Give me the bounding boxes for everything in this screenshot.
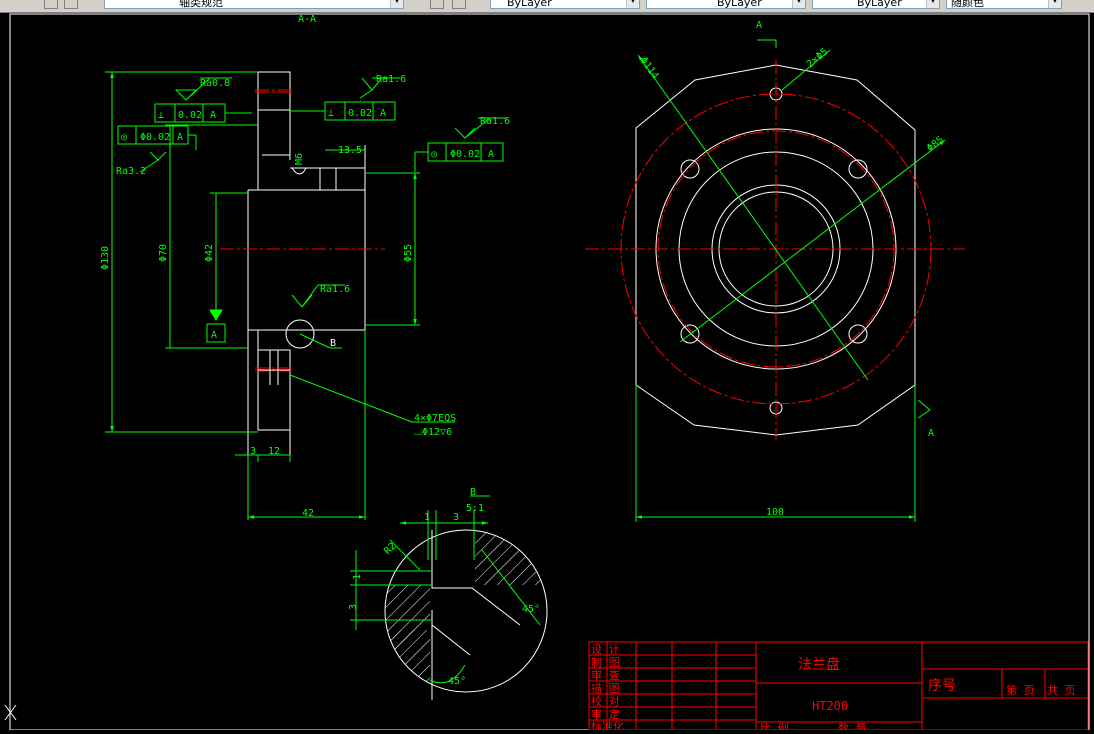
color-value: ByLayer [507,0,552,9]
conc2-value: Φ0.02 [450,149,480,160]
holes-callout-2: ⌴Φ12▽6 [414,427,452,438]
conc2-symbol: ◎ [431,149,437,160]
total-label: 共 页 [1047,684,1076,697]
dim-100: 100 [766,507,784,518]
layer-previous-button-2[interactable] [452,0,466,9]
detail-dim-v3: 3 [348,604,359,610]
dim-2x25: 2×Φ5 [805,46,831,70]
view-marker-side: A [928,428,934,439]
dim-d85: Φ85 [925,135,946,155]
drawing-border [9,13,1090,731]
perp-symbol: ⊥ [158,110,164,121]
dim-d114: Φ114 [638,55,661,81]
conc-datum: A [177,132,183,143]
detail-angle-2: 45° [448,676,466,687]
conc2-datum: A [488,149,494,160]
roughness-5: Ra1.6 [320,284,350,295]
dim-d42: Φ42 [204,244,215,262]
make-current-layer-button[interactable] [430,0,444,9]
view-marker-top: A [756,20,762,31]
front-dimensions [635,39,946,522]
detail-marker: B [470,487,476,498]
chevron-down-icon: ▼ [626,0,639,8]
linetype-value: ByLayer [717,0,762,9]
scale-label: 比 例 [760,721,789,730]
holes-callout-1: 4×Φ7EQS [414,413,456,424]
plotstyle-value: 随颜色 [951,0,984,9]
leader-b: B [330,338,336,349]
tolerance-frames [117,77,507,349]
chevron-down-icon: ▼ [926,0,939,8]
roughness-4: Ra3.2 [116,166,146,177]
perp2-value: 0.02 [348,108,372,119]
lineweight-value: ByLayer [857,0,902,9]
section-centerlines [220,89,385,372]
detail-radius: R2 [382,541,398,557]
detail-view: B 5:1 1 3 1 3 R2 45° 45° [348,487,548,700]
dim-3: 3 [250,446,256,457]
chevron-down-icon: ▼ [792,0,805,8]
row-standard: 标准化 [591,719,624,730]
roughness-3: Ra1.6 [480,116,510,127]
detail-dim-1: 1 [424,512,430,523]
flange-upper-lug [258,71,291,111]
material: HT200 [812,699,848,713]
lineweight-control[interactable]: ByLayer ▼ [812,0,940,9]
dim-m6: M6 [294,153,305,165]
perp-datum: A [210,110,216,121]
perp2-datum: A [380,108,386,119]
color-control[interactable]: ByLayer ▼ [490,0,640,9]
front-centerlines [585,60,965,440]
row-trace: 描 图 [591,681,620,695]
dim-12: 12 [268,446,280,457]
conc-symbol: ◎ [121,132,127,143]
detail-dim-3: 3 [453,512,459,523]
row-review: 审 查 [591,668,620,682]
layer-name: 轴类规范 [179,0,223,9]
dim-13-5: 13.5 [338,145,362,156]
chevron-down-icon: ▼ [390,0,403,8]
row-drafting: 制 图 [591,656,620,669]
quantity-label: 数 量 [838,722,867,730]
hole-2 [848,159,868,179]
layer-states-button[interactable] [44,0,58,9]
properties-toolbar: 轴类规范 ▼ ByLayer ▼ ByLayer ▼ ByLayer ▼ 随颜色… [0,0,1094,13]
section-title: A-A [298,14,316,25]
datum-a: A [211,330,217,341]
row-check: 校 对 [591,694,620,708]
layer-previous-button[interactable] [64,0,78,9]
detail-dim-v1: 1 [352,574,363,580]
perp2-symbol: ⊥ [328,108,334,119]
page-label: 第 页 [1006,683,1035,697]
perp-value: 0.02 [178,110,202,121]
conc-value: Φ0.02 [140,132,170,143]
linetype-control[interactable]: ByLayer ▼ [646,0,806,9]
section-texts: A-A Ra0.8 Ra1.6 Ra1.6 Ra3.2 Ra1.6 ⊥ 0.02… [100,14,510,519]
detail-angle-1: 45° [522,604,540,615]
plotstyle-control[interactable]: 随颜色 ▼ [946,0,1062,9]
dim-d55: Φ55 [403,244,414,262]
row-approve: 审 定 [591,707,620,721]
chevron-down-icon: ▼ [1048,0,1061,8]
detail-scale: 5:1 [466,503,484,514]
row-design: 设 计 [591,643,620,656]
layer-control[interactable]: 轴类规范 ▼ [104,0,404,9]
dim-d70: Φ70 [158,244,169,262]
serial-label: 序号 [928,678,956,694]
cad-drawing[interactable]: A-A Ra0.8 Ra1.6 Ra1.6 Ra3.2 Ra1.6 ⊥ 0.02… [0,13,1094,734]
roughness-1: Ra0.8 [200,78,230,89]
dim-d130: Φ130 [100,246,111,270]
title-block-texts: 设 计 制 图 审 查 描 图 校 对 审 定 标准化 法兰盘 HT200 序号… [591,643,1076,734]
part-name: 法兰盘 [798,656,840,673]
dim-42: 42 [302,508,314,519]
roughness-2: Ra1.6 [376,74,406,85]
drawing-canvas[interactable]: A-A Ra0.8 Ra1.6 Ra1.6 Ra3.2 Ra1.6 ⊥ 0.02… [0,13,1094,734]
